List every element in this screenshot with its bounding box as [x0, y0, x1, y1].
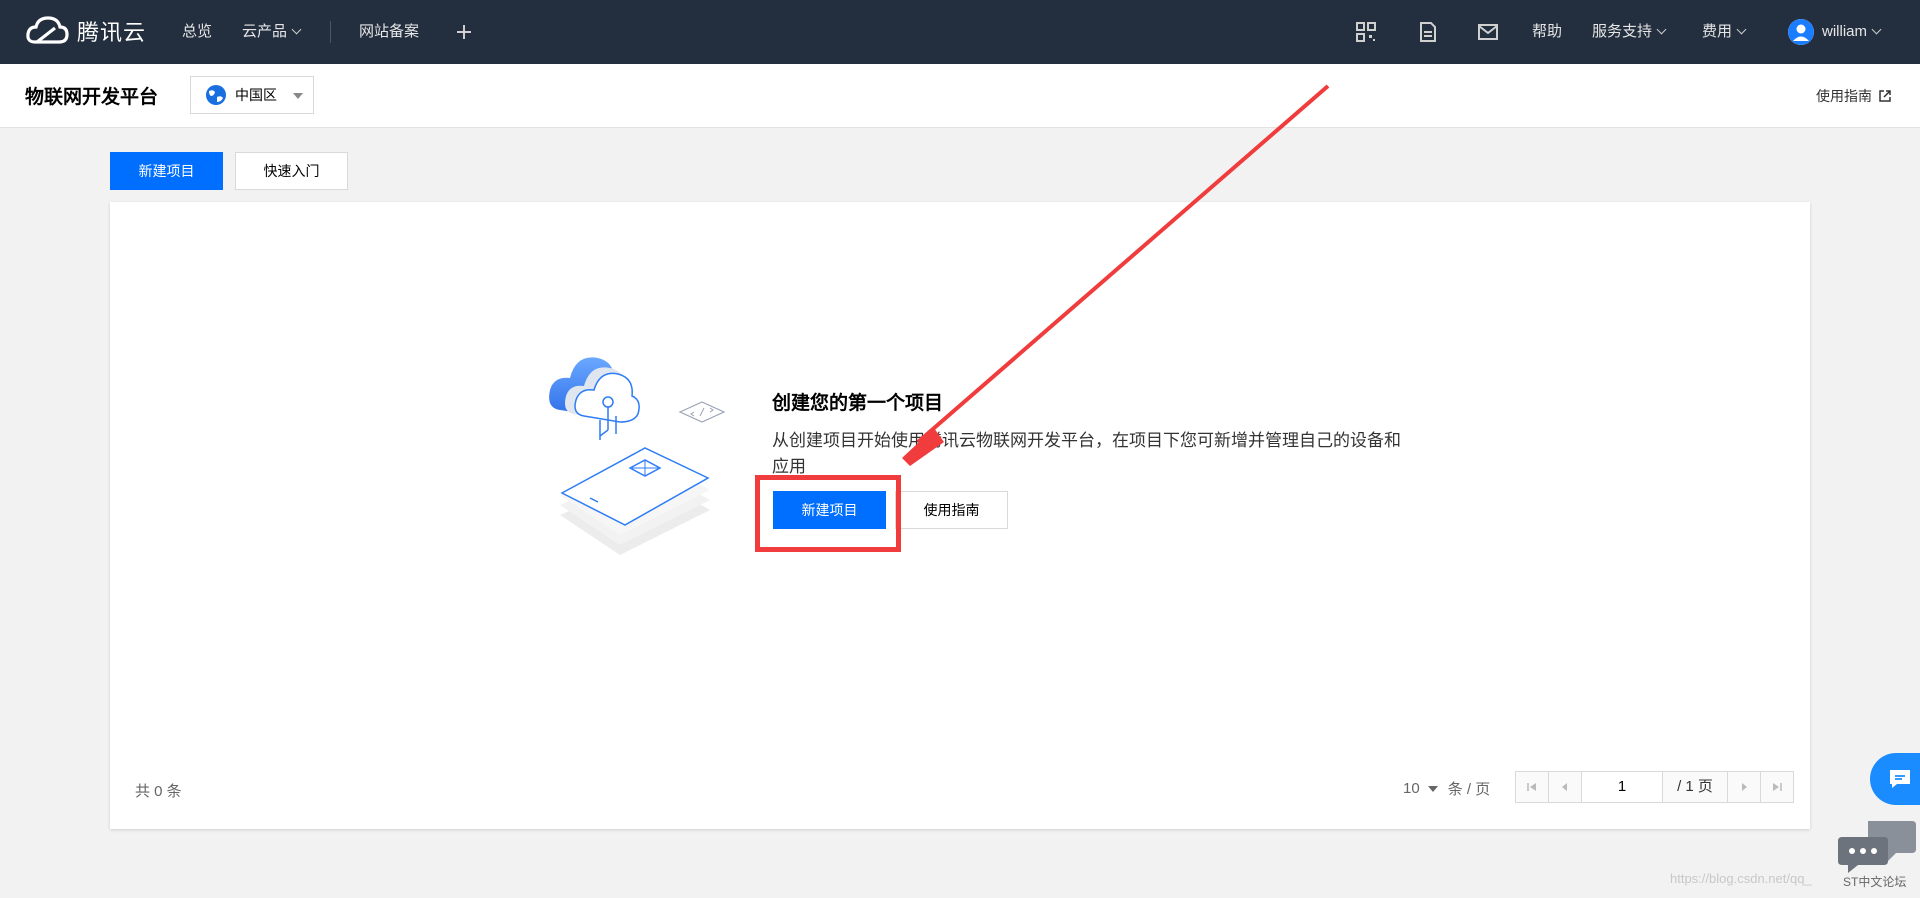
nav-billing-label: 费用	[1702, 23, 1733, 40]
nav-billing[interactable]: 费用	[1702, 0, 1747, 64]
cloud-logo-icon	[26, 16, 69, 44]
usage-guide-link[interactable]: 使用指南	[1816, 86, 1892, 106]
iot-illustration-icon	[549, 357, 726, 555]
external-link-icon	[1879, 90, 1891, 102]
nav-divider	[330, 21, 331, 43]
total-count: 共 0 条	[135, 783, 182, 800]
total-pages: / 1 页	[1663, 772, 1728, 802]
new-project-button[interactable]: 新建项目	[110, 152, 223, 190]
last-page-icon	[1773, 783, 1782, 791]
nav-service-support[interactable]: 服务支持	[1592, 0, 1667, 64]
nav-website-filing[interactable]: 网站备案	[359, 0, 419, 64]
chevron-down-icon	[1871, 24, 1882, 35]
chat-icon	[1890, 770, 1910, 788]
first-page-button[interactable]	[1516, 772, 1549, 802]
guide-button[interactable]: 使用指南	[895, 491, 1008, 529]
plus-icon[interactable]	[452, 20, 476, 44]
prev-page-icon	[1562, 783, 1567, 791]
nav-cloud-products-label: 云产品	[242, 23, 288, 40]
annotation-highlight-box	[755, 475, 901, 552]
prev-page-button[interactable]	[1549, 772, 1582, 802]
page-size-value: 10	[1403, 780, 1420, 797]
usage-guide-label: 使用指南	[1816, 88, 1872, 104]
nav-overview[interactable]: 总览	[182, 0, 212, 64]
page-size-select[interactable]: 10 条 / 页	[1403, 778, 1490, 799]
top-navigation-bar: 腾讯云 总览 云产品 网站备案 帮助 服务支持 费用 william	[0, 0, 1920, 64]
brand-name: 腾讯云	[77, 20, 147, 45]
next-page-icon	[1742, 783, 1747, 791]
globe-icon	[206, 85, 226, 105]
page-number-input[interactable]: 1	[1582, 772, 1663, 802]
username: william	[1822, 23, 1867, 40]
nav-service-support-label: 服务支持	[1592, 23, 1653, 40]
user-icon	[1788, 19, 1814, 45]
region-select[interactable]: 中国区	[190, 76, 314, 114]
watermark-text: https://blog.csdn.net/qq_	[1670, 871, 1812, 886]
nav-cloud-products[interactable]: 云产品	[242, 0, 302, 64]
caret-down-icon	[1427, 785, 1438, 792]
document-icon[interactable]	[1416, 20, 1440, 44]
pagination-control: 1 / 1 页	[1515, 771, 1794, 803]
tencent-cloud-logo[interactable]: 腾讯云	[25, 14, 146, 48]
quick-start-button[interactable]: 快速入门	[235, 152, 348, 190]
chevron-down-icon	[1736, 24, 1747, 35]
mail-icon[interactable]	[1476, 20, 1500, 44]
first-page-icon	[1527, 783, 1536, 791]
chevron-down-icon	[1656, 24, 1667, 35]
last-page-button[interactable]	[1761, 772, 1793, 802]
user-avatar[interactable]	[1788, 19, 1814, 45]
chat-support-button[interactable]	[1870, 753, 1920, 805]
qr-code-icon[interactable]	[1354, 20, 1378, 44]
caret-down-icon	[293, 93, 303, 99]
next-page-button[interactable]	[1728, 772, 1761, 802]
annotation-arrow-icon	[902, 84, 1330, 466]
page-title: 物联网开发平台	[25, 87, 159, 108]
chevron-down-icon	[291, 24, 302, 35]
region-label: 中国区	[235, 87, 277, 103]
user-menu[interactable]: william	[1822, 0, 1882, 64]
nav-help[interactable]: 帮助	[1532, 0, 1562, 64]
page-size-unit: 条 / 页	[1447, 781, 1491, 798]
forum-label: ST中文论坛	[1843, 875, 1907, 889]
